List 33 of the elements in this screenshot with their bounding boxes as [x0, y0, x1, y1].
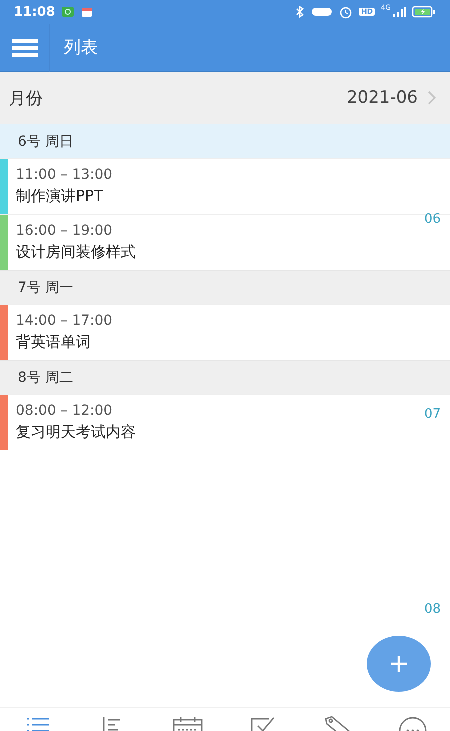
event-time: 14:00 – 17:00 [16, 313, 113, 329]
pill-icon [311, 7, 334, 17]
screen-title: 列表 [64, 37, 98, 59]
month-index-label: 07 [424, 407, 441, 424]
status-time: 11:08 [14, 4, 56, 20]
day-header: 8号 周二 [0, 360, 450, 394]
more-icon [398, 716, 428, 731]
event-title: 设计房间装修样式 [16, 243, 136, 262]
app-notification-icon [61, 6, 76, 18]
event-title: 背英语单词 [16, 333, 92, 352]
event-title: 制作演讲PPT [16, 187, 104, 206]
list-icon [26, 716, 50, 731]
event-time: 08:00 – 12:00 [16, 403, 114, 419]
calendar-notification-icon [81, 6, 94, 18]
day-header: 7号 周一 [0, 270, 450, 304]
event-time: 11:00 – 13:00 [16, 167, 113, 183]
month-index-label: 08 [424, 602, 441, 619]
signal-icon [392, 6, 406, 18]
checkbox-icon [248, 716, 276, 731]
alarm-icon [339, 6, 354, 18]
menu-icon [12, 38, 38, 58]
month-index-label: 06 [424, 212, 441, 229]
calendar-icon [172, 716, 204, 731]
event-title: 复习明天考试内容 [16, 423, 136, 442]
month-selector[interactable]: 月份 2021-06 [0, 72, 450, 124]
chevron-right-icon [426, 90, 438, 106]
tag-icon [324, 716, 352, 731]
day-header: 6号 周日 [0, 124, 450, 158]
event-item[interactable]: 11:00 – 13:00 制作演讲PPT [0, 158, 450, 214]
event-time: 16:00 – 19:00 [16, 223, 114, 239]
plus-icon [389, 654, 409, 674]
bluetooth-icon [295, 6, 306, 18]
battery-icon [412, 6, 436, 18]
